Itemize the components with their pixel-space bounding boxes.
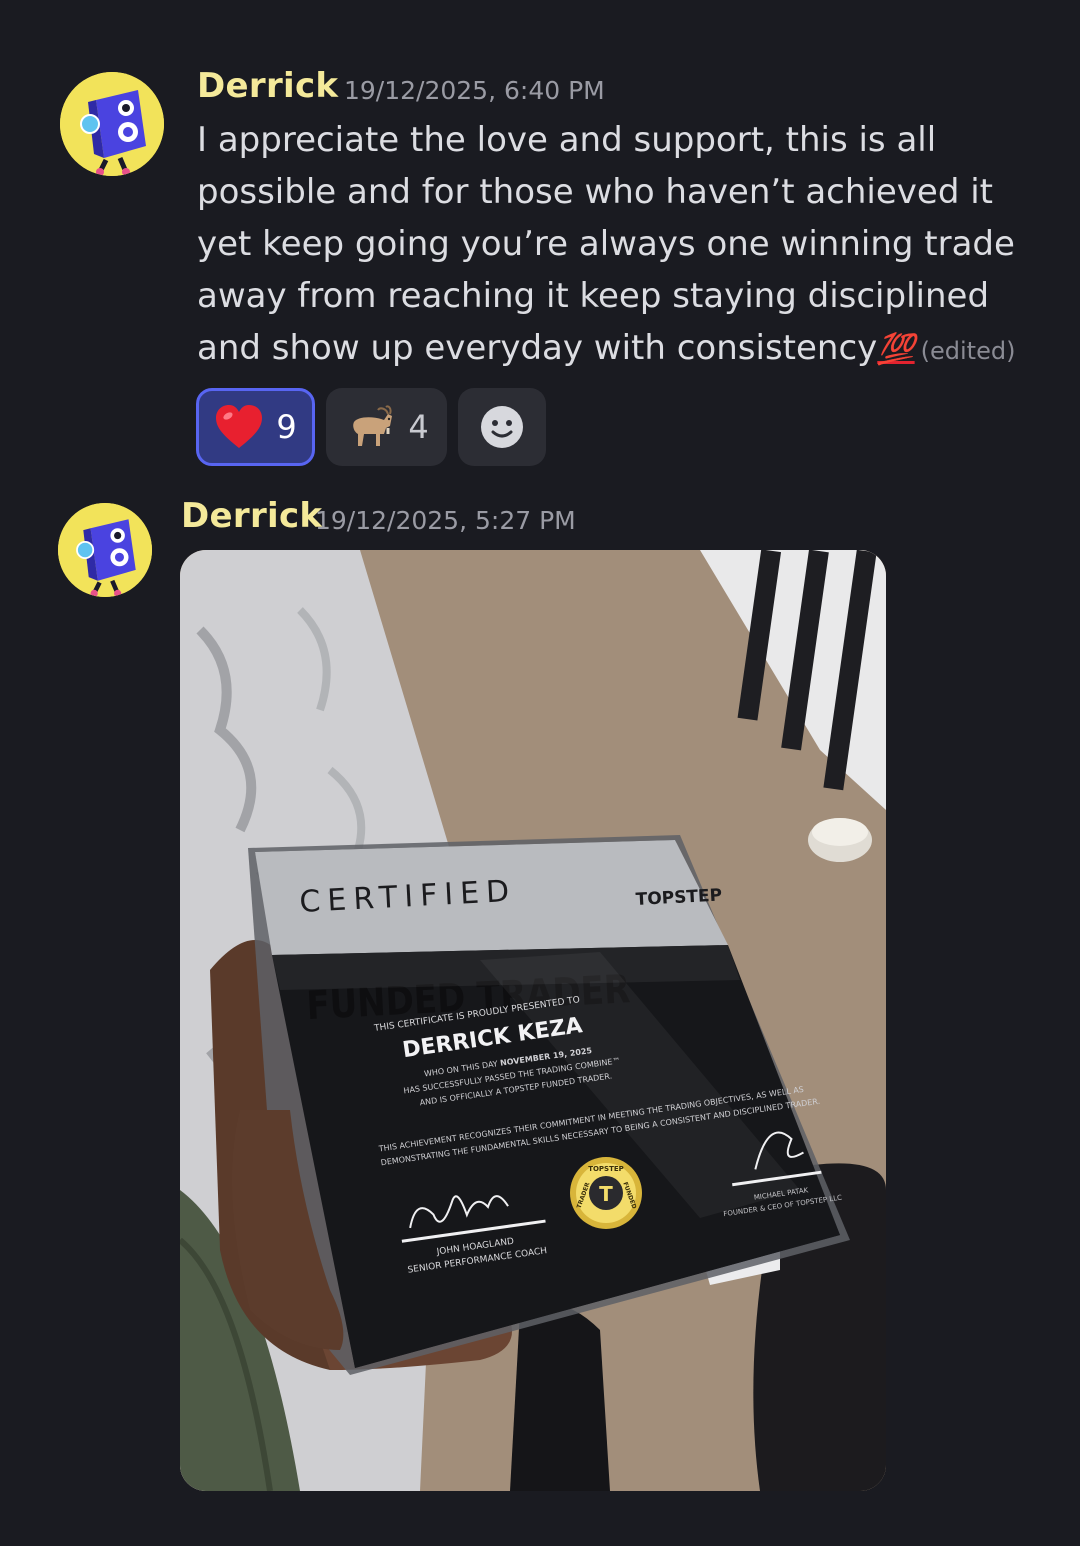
seal-letter: T (599, 1182, 613, 1206)
add-reaction-smiley-icon (481, 406, 523, 448)
user-avatar[interactable] (60, 72, 164, 176)
message-body: I appreciate the love and support, this … (197, 120, 1015, 368)
goat-icon (353, 405, 393, 446)
message-username[interactable]: Derrick (197, 66, 338, 106)
hundred-points-emoji-icon: 💯 (877, 332, 915, 367)
reaction-goat[interactable]: 4 (326, 388, 447, 466)
avatar-mascot-icon (60, 72, 164, 176)
seal-top-text: TOPSTEP (588, 1165, 624, 1173)
edited-label: (edited) (920, 337, 1016, 365)
image-attachment[interactable]: CERTIFIED FUNDED TRADER TOPSTEP THIS CER… (180, 550, 886, 1491)
reaction-count: 4 (408, 408, 429, 446)
certificate-photo: CERTIFIED FUNDED TRADER TOPSTEP THIS CER… (180, 550, 886, 1491)
message-text: I appreciate the love and support, this … (197, 114, 1037, 377)
message-username[interactable]: Derrick (181, 496, 322, 536)
reaction-heart[interactable]: 9 (196, 388, 315, 466)
message-timestamp: 19/12/2025, 6:40 PM (344, 76, 605, 105)
chat-view: Derrick 19/12/2025, 6:40 PM I appreciate… (0, 0, 1080, 1546)
user-avatar[interactable] (58, 503, 152, 597)
message-timestamp: 19/12/2025, 5:27 PM (315, 506, 576, 535)
reaction-count: 9 (276, 408, 297, 446)
add-reaction-button[interactable] (458, 388, 546, 466)
avatar-mascot-icon (58, 503, 152, 597)
heart-icon (216, 405, 263, 448)
topstep-seal-icon: T TOPSTEP TRADER FUNDED (570, 1157, 642, 1229)
